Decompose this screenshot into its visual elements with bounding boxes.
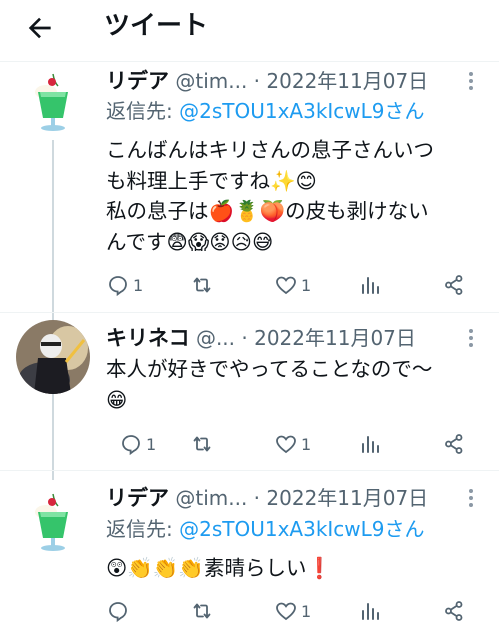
retweet-icon <box>193 436 211 452</box>
more-options-icon[interactable] <box>467 487 475 509</box>
reply-icon <box>122 435 140 456</box>
tweet-date[interactable]: 2022年11月07日 <box>254 326 416 350</box>
tweet-line: 本人が好きでやってることなので〜 <box>106 357 433 381</box>
author-name[interactable]: キリネコ <box>106 326 190 350</box>
tweet-date[interactable]: 2022年11月07日 <box>266 69 428 93</box>
share-button[interactable] <box>442 272 466 298</box>
analytics-button[interactable] <box>358 598 382 624</box>
top-bar: ツイート <box>0 0 499 58</box>
reply-count: 1 <box>146 434 157 454</box>
heart-icon <box>276 602 296 621</box>
heart-icon <box>276 435 296 454</box>
like-button[interactable]: 1 <box>274 272 311 298</box>
like-count: 1 <box>301 434 312 454</box>
reply-prefix: 返信先: <box>106 517 180 541</box>
share-button[interactable] <box>442 598 466 624</box>
author-name[interactable]: リデア <box>106 486 169 510</box>
reply-to: 返信先: @2sTOU1xA3kIcwL9さん <box>106 515 425 543</box>
reply-handle-link[interactable]: @2sTOU1xA3kIcwL9さん <box>179 517 424 541</box>
meta-dot: · <box>253 69 261 93</box>
share-icon <box>445 434 463 454</box>
like-count: 1 <box>301 275 312 295</box>
tweet-meta: リデア @tim... · 2022年11月07日 <box>106 484 428 512</box>
retweet-button[interactable] <box>190 431 214 457</box>
tweet-line: も料理上手ですね✨😊 <box>106 168 317 193</box>
tweet-line: 😁 <box>106 387 128 412</box>
analytics-button[interactable] <box>358 431 382 457</box>
reply-button[interactable] <box>106 598 133 624</box>
tweet-meta: キリネコ @... · 2022年11月07日 <box>106 324 416 352</box>
tweet-divider <box>0 312 499 313</box>
tweet-line: んです😨😱😟😥😅 <box>106 229 274 254</box>
author-name[interactable]: リデア <box>106 69 169 93</box>
tweet-text: 😲👏👏👏素晴らしい❗ <box>106 553 332 584</box>
tweet-meta: リデア @tim... · 2022年11月07日 <box>106 67 428 95</box>
meta-dot: · <box>241 326 248 350</box>
analytics-icon <box>362 603 379 620</box>
tweet-text: こんばんはキリさんの息子さんいつ も料理上手ですね✨😊 私の息子は🍎🍍🍑の皮も剥… <box>106 135 434 257</box>
author-handle[interactable]: @... <box>196 326 235 350</box>
reply-count: 1 <box>133 275 144 295</box>
analytics-icon <box>362 436 379 453</box>
tweet-line: 😲👏👏👏素晴らしい❗ <box>106 556 332 580</box>
share-button[interactable] <box>442 431 466 457</box>
like-button[interactable]: 1 <box>274 431 311 457</box>
retweet-button[interactable] <box>190 272 214 298</box>
header-divider <box>0 61 499 62</box>
meta-dot: · <box>253 486 261 510</box>
reply-button[interactable]: 1 <box>106 272 143 298</box>
reply-to: 返信先: @2sTOU1xA3kIcwL9さん <box>106 97 425 125</box>
retweet-icon <box>193 277 211 293</box>
tweet-text: 本人が好きでやってることなので〜 😁 <box>106 354 432 415</box>
analytics-icon <box>362 277 379 294</box>
page-title: ツイート <box>104 11 209 41</box>
share-icon <box>445 601 463 621</box>
back-arrow-icon[interactable] <box>24 12 56 44</box>
reply-icon <box>109 276 127 297</box>
heart-icon <box>276 276 296 295</box>
thread-connector <box>52 140 54 480</box>
reply-prefix: 返信先: <box>106 99 180 123</box>
tweet-divider <box>0 470 499 471</box>
analytics-button[interactable] <box>358 272 382 298</box>
tweet-date[interactable]: 2022年11月07日 <box>266 486 428 510</box>
reply-button[interactable]: 1 <box>119 431 156 457</box>
author-handle[interactable]: @tim... <box>175 69 247 93</box>
reply-handle-link[interactable]: @2sTOU1xA3kIcwL9さん <box>179 99 424 123</box>
like-button[interactable]: 1 <box>274 598 311 624</box>
tweet-line: 私の息子は🍎🍍🍑の皮も剥けない <box>106 199 429 223</box>
author-handle[interactable]: @tim... <box>175 486 247 510</box>
like-count: 1 <box>301 601 312 621</box>
melon-soda-avatar[interactable] <box>26 490 80 554</box>
reply-icon <box>109 602 127 623</box>
more-options-icon[interactable] <box>467 70 475 92</box>
melon-soda-avatar[interactable] <box>26 70 80 134</box>
share-icon <box>445 275 463 295</box>
retweet-icon <box>193 603 211 619</box>
character-avatar[interactable] <box>16 320 90 394</box>
more-options-icon[interactable] <box>467 327 475 349</box>
retweet-button[interactable] <box>190 598 214 624</box>
tweet-line: こんばんはキリさんの息子さんいつ <box>106 138 434 162</box>
